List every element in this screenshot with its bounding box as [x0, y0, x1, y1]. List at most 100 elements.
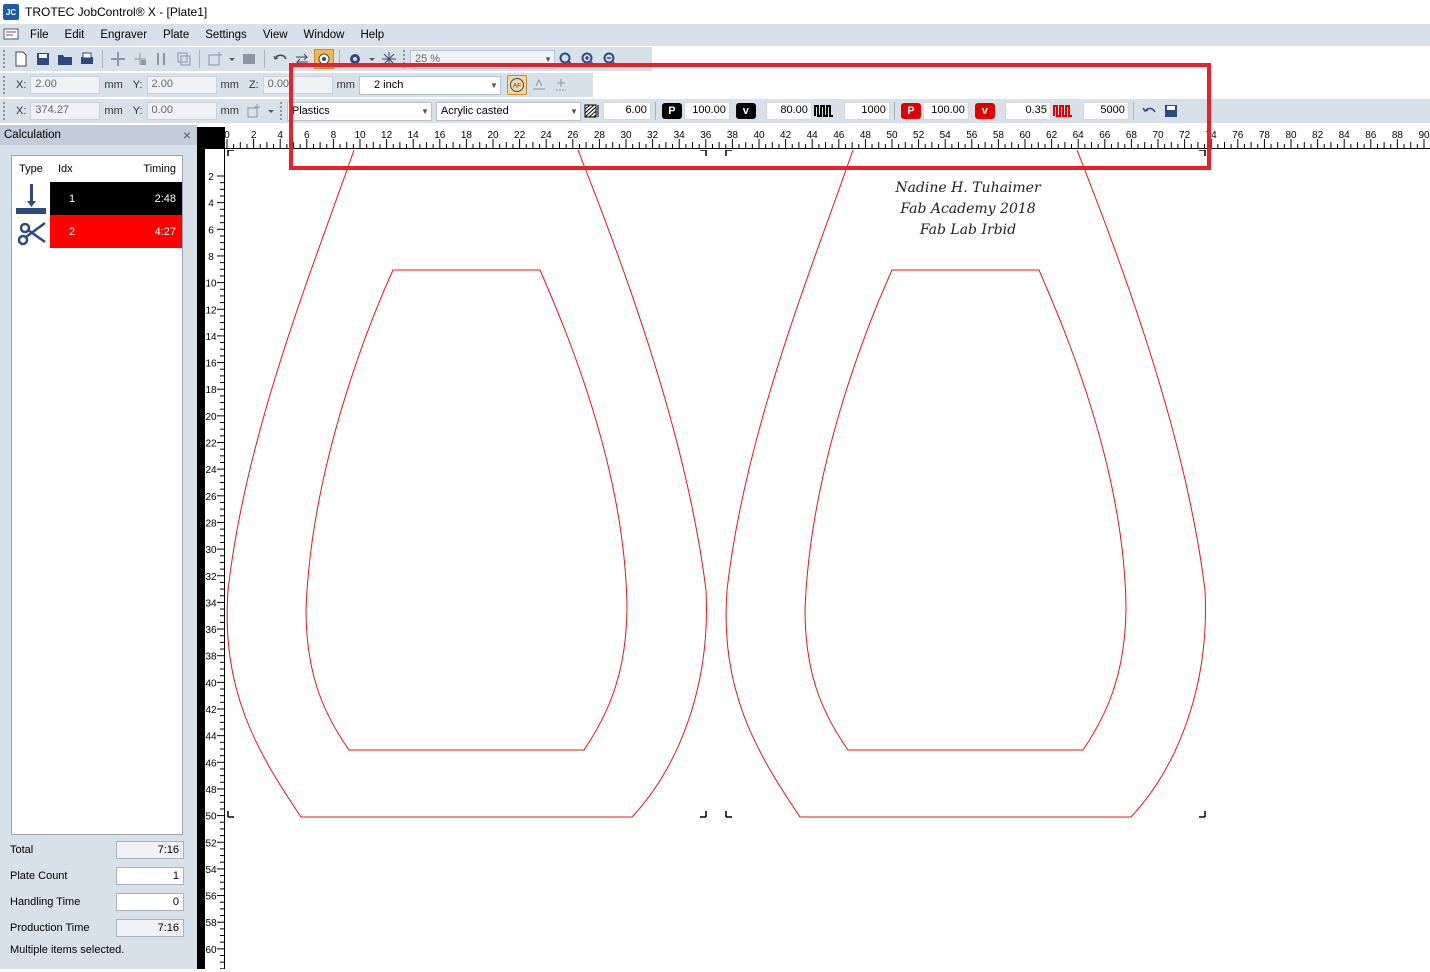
view-active-icon[interactable]	[314, 49, 334, 69]
column-type[interactable]: Type	[12, 163, 50, 175]
column-timing[interactable]: Timing	[100, 163, 182, 175]
row-idx: 2	[69, 225, 76, 238]
outer-cut-outline[interactable]	[725, 149, 1206, 818]
menu-edit[interactable]: Edit	[57, 29, 93, 41]
dropdown-arrow-icon[interactable]	[367, 49, 377, 69]
af-offset-icon[interactable]	[529, 75, 549, 95]
resize-icon[interactable]	[244, 101, 264, 121]
toolbar-grip[interactable]	[3, 50, 7, 68]
table-row[interactable]: 2 4:27	[12, 215, 182, 248]
transfer-icon[interactable]	[292, 49, 312, 69]
inner-cut-outline[interactable]	[305, 269, 628, 751]
scissors-icon	[12, 215, 50, 248]
align-icon[interactable]	[130, 49, 150, 69]
chevron-down-icon: ▼	[544, 54, 552, 64]
settings-gear-icon[interactable]	[345, 49, 365, 69]
copy-job-icon[interactable]	[174, 49, 194, 69]
material-group-select[interactable]: Plastics ▼	[286, 101, 432, 121]
save-icon[interactable]	[33, 49, 53, 69]
handling-time-input[interactable]: 0	[116, 893, 184, 911]
menu-settings[interactable]: Settings	[197, 29, 255, 41]
zoom-out-icon[interactable]	[600, 49, 620, 69]
row-data[interactable]: 2 4:27	[50, 215, 182, 248]
ruler-label: 58	[205, 918, 217, 929]
ruler-label: 22	[205, 439, 217, 450]
save-settings-icon[interactable]	[1161, 101, 1181, 121]
app-logo-icon: JC	[3, 4, 19, 20]
zoom-select[interactable]: 25 % ▼	[410, 49, 555, 69]
open-folder-icon[interactable]	[55, 49, 75, 69]
table-row[interactable]: 1 2:48	[12, 182, 182, 215]
zoom-icon[interactable]	[556, 49, 576, 69]
toolbar-separator	[102, 50, 103, 68]
size-y-input[interactable]: 0.00	[146, 102, 217, 120]
toolbar-grip[interactable]	[3, 102, 7, 120]
window-title: TROTEC JobControl® X - [Plate1]	[25, 5, 208, 19]
menu-plate[interactable]: Plate	[155, 29, 197, 41]
menu-help[interactable]: Help	[352, 29, 392, 41]
center-icon[interactable]	[108, 49, 128, 69]
job-list-icon[interactable]	[239, 49, 259, 69]
autofocus-icon[interactable]: AF	[506, 75, 527, 95]
cut-job-icon[interactable]	[152, 49, 172, 69]
size-x-unit: mm	[104, 105, 123, 117]
size-x-input[interactable]: 374.27	[30, 102, 101, 120]
ruler-label: 44	[205, 732, 217, 743]
menu-file[interactable]: File	[22, 29, 57, 41]
job-right[interactable]	[725, 149, 1206, 818]
add-job-icon[interactable]	[205, 49, 225, 69]
horizontal-ruler: 0 2 4 6 8 10 12 14 16 18 20 22 24 26 28 30 32 34 36 38 40 42 4…	[224, 127, 1430, 149]
toolbar-grip[interactable]	[279, 102, 284, 120]
ruler-label: 36	[205, 625, 217, 636]
pos-z-input[interactable]: 0.00	[262, 76, 333, 94]
cut-velocity-input[interactable]: 0.35	[1004, 102, 1051, 120]
toolbar-grip[interactable]	[3, 76, 7, 94]
zoom-in-icon[interactable]	[578, 49, 598, 69]
material-type-select[interactable]: Acrylic casted ▼	[435, 101, 581, 121]
new-file-icon[interactable]	[11, 49, 31, 69]
inner-cut-outline[interactable]	[804, 269, 1127, 751]
menu-window[interactable]: Window	[296, 29, 353, 41]
close-icon[interactable]: ×	[183, 127, 191, 143]
print-icon[interactable]	[77, 49, 97, 69]
plate-canvas[interactable]: Nadine H. Tuhaimer Fab Academy 2018 Fab …	[226, 149, 1430, 969]
toolbar-grip[interactable]	[403, 50, 407, 68]
thickness-input[interactable]: 6.00	[602, 102, 651, 120]
ruler-label: 56	[205, 892, 217, 903]
laser-icon[interactable]	[379, 49, 399, 69]
toolbar-separator	[339, 50, 340, 68]
undo-settings-icon[interactable]	[1139, 101, 1159, 121]
main-toolbar: 25 % ▼	[0, 47, 652, 71]
job-graphics[interactable]	[226, 149, 1430, 969]
handling-time-row: Handling Time 0	[10, 892, 184, 912]
dropdown-arrow-icon[interactable]	[266, 101, 276, 121]
plate-count-input[interactable]: 1	[116, 867, 184, 885]
menu-engraver[interactable]: Engraver	[92, 29, 155, 41]
job-left[interactable]	[226, 149, 707, 818]
outer-cut-outline[interactable]	[226, 149, 707, 818]
menu-view[interactable]: View	[255, 29, 296, 41]
cut-power-input[interactable]: 100.00	[922, 102, 969, 120]
undo-arrow-icon[interactable]	[270, 49, 290, 69]
xyz-move-icon[interactable]	[551, 75, 571, 95]
dropdown-arrow-icon[interactable]	[227, 49, 237, 69]
ruler-label: 54	[205, 865, 217, 876]
pos-x-input[interactable]: 2.00	[30, 76, 101, 94]
ruler-label: 10	[205, 279, 217, 290]
handling-time-label: Handling Time	[10, 896, 81, 908]
column-idx[interactable]: Idx	[50, 163, 100, 175]
engrave-ppi-input[interactable]: 1000	[843, 102, 890, 120]
cut-frequency-input[interactable]: 5000	[1082, 102, 1129, 120]
total-label: Total	[10, 844, 34, 856]
af-label: AF	[513, 83, 521, 90]
pos-z-label: Z:	[248, 79, 259, 91]
engrave-power-input[interactable]: 100.00	[683, 102, 730, 120]
row-data[interactable]: 1 2:48	[50, 182, 182, 215]
engrave-velocity-input[interactable]: 80.00	[765, 102, 812, 120]
menu-bar: File Edit Engraver Plate Settings View W…	[0, 24, 1430, 46]
pos-y-input[interactable]: 2.00	[146, 76, 217, 94]
system-menu-icon[interactable]	[0, 25, 22, 45]
engraving-line-3: Fab Lab Irbid	[919, 222, 1017, 238]
lens-select[interactable]: 2 inch ▼	[358, 75, 501, 95]
calculation-panel: Calculation × Type Idx Timing 1 2:48 2 4…	[0, 125, 197, 969]
